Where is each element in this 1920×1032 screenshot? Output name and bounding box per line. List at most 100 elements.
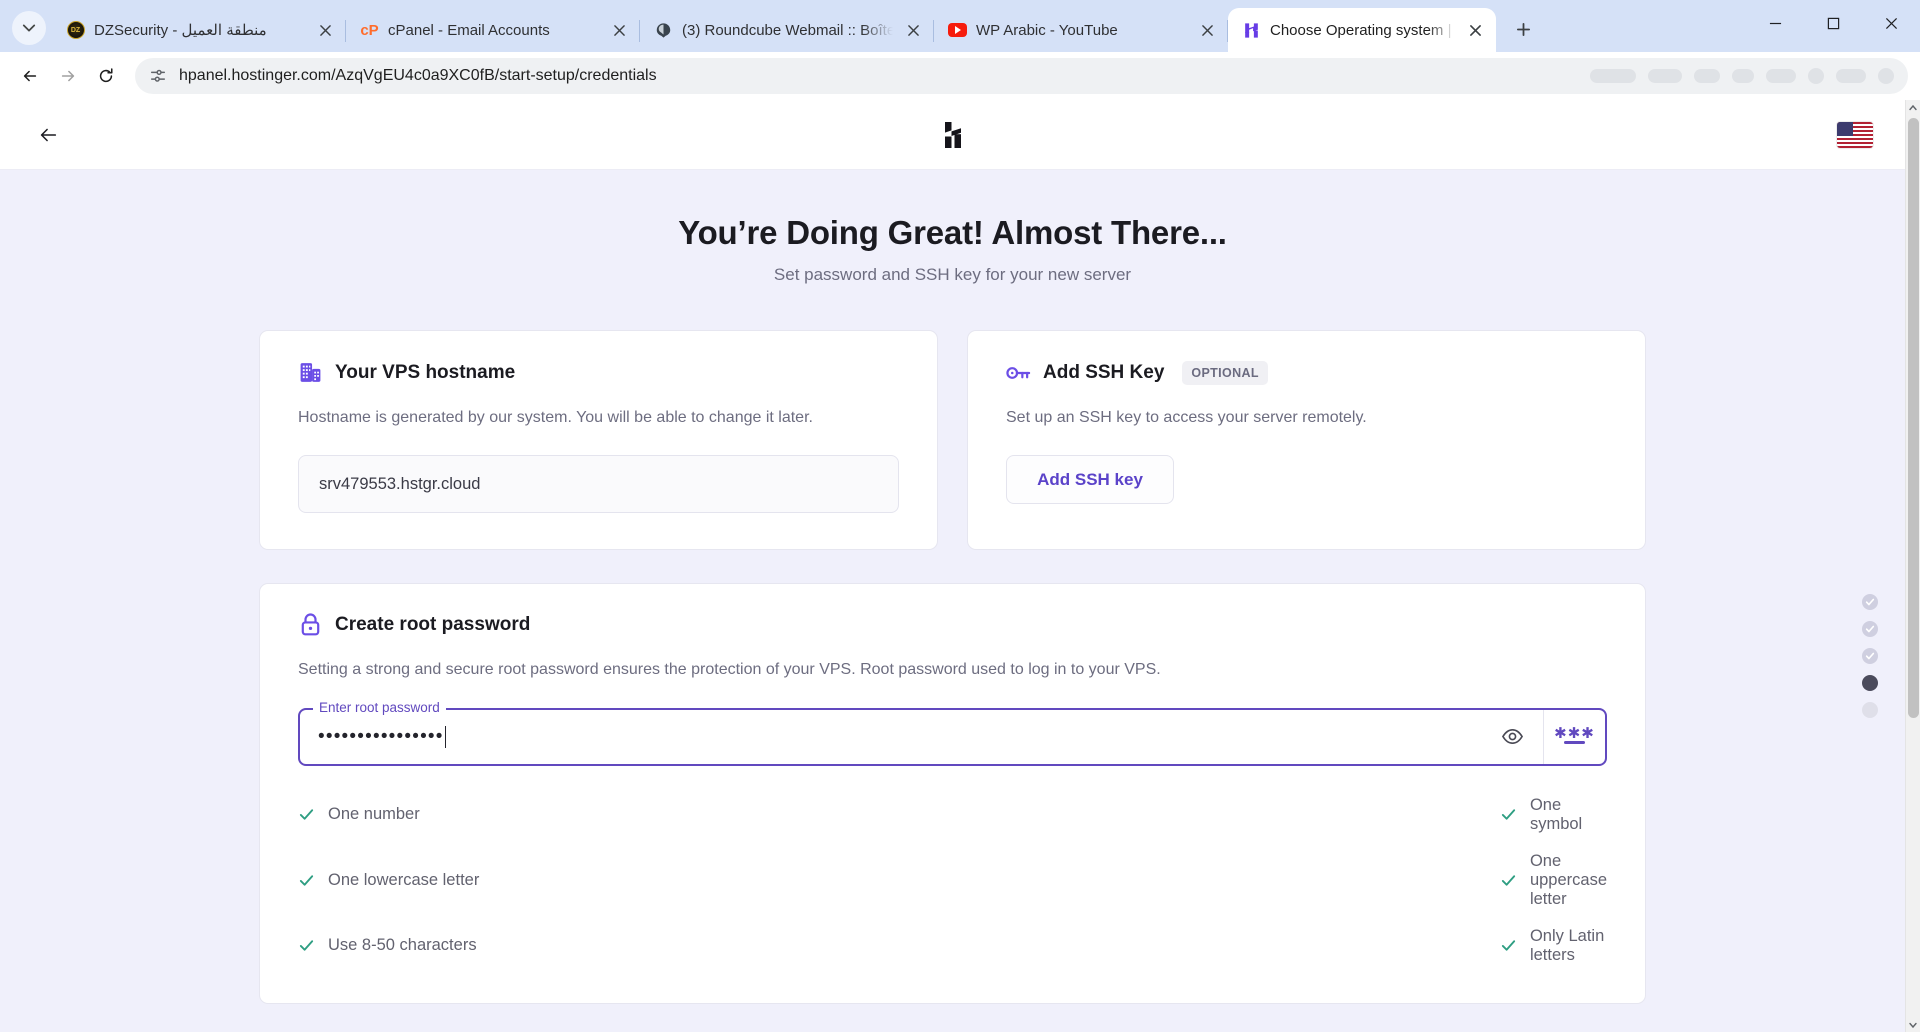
generate-password-button[interactable]: ✱✱✱ (1543, 709, 1605, 764)
tab-close-button[interactable] (314, 19, 336, 41)
tab-hostinger-active[interactable]: Choose Operating system | Hos (1228, 8, 1496, 52)
lock-icon (298, 612, 323, 637)
key-icon (1006, 360, 1031, 385)
arrow-left-icon (23, 70, 37, 82)
close-icon (1201, 24, 1213, 36)
hostname-input[interactable]: srv479553.hstgr.cloud (298, 455, 899, 514)
page-back-button[interactable] (32, 119, 64, 151)
cards-row: Your VPS hostname Hostname is generated … (259, 330, 1646, 551)
requirement-item: One uppercase letter (884, 852, 1607, 909)
card-header: Create root password (298, 612, 1607, 637)
root-password-field[interactable]: Enter root password •••••••••••••••• ✱✱✱ (298, 699, 1607, 766)
hostname-value: srv479553.hstgr.cloud (319, 474, 481, 493)
card-description: Hostname is generated by our system. You… (298, 409, 813, 426)
hostinger-logo (933, 115, 973, 155)
requirement-label: Only Latin letters (1529, 926, 1605, 964)
key-glyph (1006, 366, 1031, 379)
scroll-down-button[interactable] (1906, 1017, 1920, 1032)
arrow-right-icon (61, 70, 75, 82)
close-icon (319, 24, 331, 36)
omnibox-decoration (1590, 69, 1636, 83)
tab-close-button[interactable] (1464, 19, 1486, 41)
step-progress-rail (1862, 594, 1878, 718)
tab-close-button[interactable] (1196, 19, 1218, 41)
address-bar[interactable]: hpanel.hostinger.com/AzqVgEU4c0a9XC0fB/s… (135, 58, 1908, 94)
add-ssh-key-button[interactable]: Add SSH key (1006, 455, 1174, 505)
url-text: hpanel.hostinger.com/AzqVgEU4c0a9XC0fB/s… (179, 67, 657, 84)
optional-badge: OPTIONAL (1182, 360, 1268, 385)
maximize-button[interactable] (1804, 0, 1862, 46)
toggle-password-visibility-button[interactable] (1481, 710, 1543, 764)
step-indicator-5[interactable] (1862, 702, 1878, 718)
check-icon (1501, 940, 1516, 951)
reload-button[interactable] (88, 58, 124, 94)
tab-cpanel[interactable]: cP cPanel - Email Accounts (346, 8, 640, 52)
page-header (0, 100, 1905, 170)
tab-dzsecurity[interactable]: DZ DZSecurity - منطقة العميل (52, 8, 346, 52)
page-subtitle: Set password and SSH key for your new se… (773, 265, 1132, 284)
page-viewport: You’re Doing Great! Almost There... Set … (0, 100, 1920, 1032)
requirement-item: One number (298, 796, 884, 834)
minimize-icon (1769, 22, 1781, 24)
chevron-down-icon (1909, 1022, 1917, 1028)
text-caret (444, 725, 447, 748)
minimize-button[interactable] (1746, 0, 1804, 46)
root-password-card: Create root password Setting a strong an… (259, 583, 1646, 1004)
step-indicator-3[interactable] (1862, 648, 1878, 664)
tab-close-button[interactable] (902, 19, 924, 41)
requirement-label: One number (328, 805, 420, 824)
ssh-key-card: Add SSH Key OPTIONAL Set up an SSH key t… (967, 330, 1646, 551)
tab-search-button[interactable] (12, 11, 46, 45)
step-indicator-4[interactable] (1862, 675, 1878, 691)
lock-glyph (301, 613, 320, 636)
roundcube-glyph (656, 22, 671, 38)
cpanel-icon: cP (360, 21, 379, 39)
check-icon (299, 875, 314, 886)
tab-title: DZSecurity - منطقة العميل (94, 21, 267, 39)
tab-close-button[interactable] (608, 19, 630, 41)
password-input[interactable]: •••••••••••••••• (300, 725, 1481, 748)
maximize-icon (1827, 17, 1839, 29)
omnibox-decoration (1808, 68, 1824, 84)
page-content: You’re Doing Great! Almost There... Set … (0, 170, 1905, 1032)
step-indicator-1[interactable] (1862, 594, 1878, 610)
requirement-label: One lowercase letter (328, 870, 480, 889)
omnibox-decoration (1732, 69, 1754, 83)
close-icon (613, 24, 625, 36)
scrollbar-thumb[interactable] (1908, 118, 1919, 718)
new-tab-button[interactable] (1506, 12, 1540, 46)
card-title: Your VPS hostname (335, 361, 516, 383)
back-button[interactable] (12, 58, 48, 94)
omnibox-decoration (1694, 69, 1720, 83)
card-description: Setting a strong and secure root passwor… (298, 661, 1161, 679)
forward-button[interactable] (50, 58, 86, 94)
eye-icon (1501, 729, 1523, 745)
scroll-up-button[interactable] (1906, 100, 1920, 115)
check-icon (1865, 625, 1875, 633)
card-header: Your VPS hostname (298, 360, 899, 385)
close-window-button[interactable] (1862, 0, 1920, 46)
close-icon (907, 24, 919, 36)
password-requirements: One number One symbol One lowercase lett… (298, 796, 1607, 965)
page-scrollbar[interactable] (1905, 100, 1920, 1032)
vps-hostname-card: Your VPS hostname Hostname is generated … (259, 330, 938, 551)
reload-icon (99, 68, 113, 83)
requirement-label: One symbol (1529, 795, 1583, 833)
omnibox-decoration (1766, 69, 1796, 83)
check-icon (1865, 652, 1875, 660)
card-header: Add SSH Key OPTIONAL (1006, 360, 1607, 385)
tab-title: WP Arabic - YouTube (976, 21, 1118, 39)
requirement-item: Use 8-50 characters (298, 927, 884, 965)
check-icon (299, 809, 314, 820)
omnibox-decoration (1836, 69, 1866, 83)
hostinger-h-glyph (944, 121, 961, 148)
site-settings-icon[interactable] (149, 67, 167, 85)
youtube-icon (948, 21, 967, 40)
step-indicator-2[interactable] (1862, 621, 1878, 637)
language-flag-button[interactable] (1837, 121, 1873, 148)
tab-roundcube[interactable]: (3) Roundcube Webmail :: Boîte (640, 8, 934, 52)
hostinger-h-glyph (1245, 22, 1258, 38)
card-description: Set up an SSH key to access your server … (1006, 409, 1367, 426)
tab-youtube[interactable]: WP Arabic - YouTube (934, 8, 1228, 52)
password-masked-value: •••••••••••••••• (318, 726, 444, 748)
